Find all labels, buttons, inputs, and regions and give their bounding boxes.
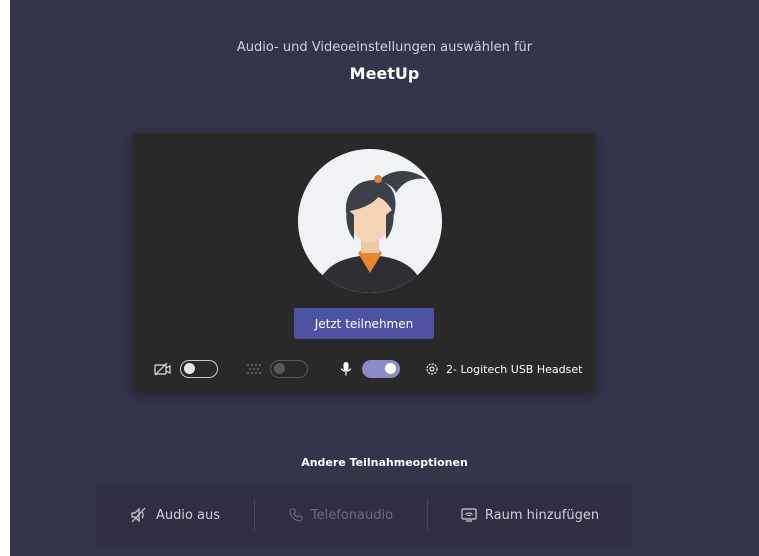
audio-device-label: 2- Logitech USB Headset: [446, 362, 583, 376]
audio-off-option[interactable]: Audio aus: [96, 485, 254, 545]
background-blur-toggle[interactable]: [270, 360, 308, 378]
avatar: [298, 149, 442, 293]
settings-subtitle: Audio- und Videoeinstellungen auswählen …: [236, 40, 533, 55]
avatar-illustration: [298, 149, 442, 293]
add-room-option[interactable]: Raum hinzufügen: [428, 485, 632, 545]
other-options-bar: Audio aus Telefonaudio Raum hinzufügen: [96, 485, 632, 545]
join-now-button[interactable]: Jetzt teilnehmen: [294, 308, 434, 339]
audio-off-label: Audio aus: [155, 507, 221, 523]
phone-audio-option[interactable]: Telefonaudio: [255, 485, 427, 545]
phone-audio-label: Telefonaudio: [310, 507, 394, 523]
other-options-heading: Andere Teilnahmeoptionen: [301, 456, 468, 469]
device-settings[interactable]: 2- Logitech USB Headset: [424, 359, 582, 379]
add-room-label: Raum hinzufügen: [484, 507, 600, 523]
microphone-icon: [340, 361, 352, 377]
background-blur-control: [246, 359, 308, 379]
microphone-control: [340, 359, 400, 379]
cast-icon: [461, 508, 485, 522]
camera-off-icon: [154, 362, 172, 376]
speaker-off-icon: [130, 507, 156, 523]
camera-toggle[interactable]: [180, 360, 218, 378]
microphone-toggle[interactable]: [362, 360, 400, 378]
camera-control: [154, 359, 218, 379]
prejoin-screen: Audio- und Videoeinstellungen auswählen …: [10, 0, 759, 556]
video-preview-panel: Jetzt teilnehmen 2- Logitech USB Headset: [132, 133, 596, 391]
background-blur-icon: [246, 362, 262, 376]
gear-icon: [424, 361, 440, 377]
meeting-title: MeetUp: [349, 64, 420, 83]
phone-icon: [289, 508, 311, 522]
